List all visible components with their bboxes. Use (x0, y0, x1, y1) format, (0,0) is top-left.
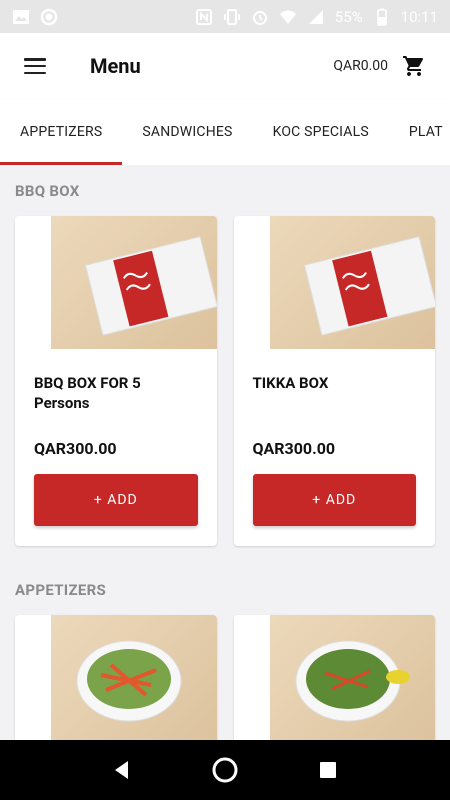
product-image (233, 615, 435, 740)
signal-icon (308, 9, 323, 24)
tab-koc-specials[interactable]: KOC SPECIALS (253, 99, 389, 165)
circle-notification-icon (40, 8, 58, 25)
product-name: BBQ BOX FOR 5 Persons (34, 374, 141, 412)
system-nav-bar (0, 740, 450, 800)
battery-percent: 55% (334, 7, 363, 26)
tab-appetizers[interactable]: APPETIZERS (0, 99, 123, 165)
section-title-bbq-box: BBQ BOX (15, 182, 80, 200)
shopping-cart-icon[interactable] (402, 54, 426, 78)
vibrate-icon (223, 8, 240, 25)
product-image (15, 615, 217, 740)
back-icon[interactable] (107, 755, 137, 785)
cart-total: QAR0.00 (333, 58, 388, 74)
product-image (233, 216, 435, 349)
tab-platters[interactable]: PLAT (389, 99, 450, 165)
battery-icon (376, 8, 387, 26)
status-bar: 55% 10:11 (0, 0, 450, 33)
product-card[interactable] (233, 615, 435, 740)
recents-icon[interactable] (313, 755, 343, 785)
product-price: QAR300.00 (34, 439, 117, 458)
category-tabs: APPETIZERS SANDWICHES KOC SPECIALS PLAT (0, 99, 450, 165)
product-card[interactable]: TIKKA BOX QAR300.00 + ADD (233, 216, 435, 546)
add-to-cart-button[interactable]: + ADD (252, 474, 416, 526)
nfc-icon (195, 8, 212, 25)
add-to-cart-button[interactable]: + ADD (34, 474, 198, 526)
menu-content[interactable]: BBQ BOX BBQ BOX FOR 5 Persons QAR300.00 (0, 165, 450, 740)
tab-sandwiches[interactable]: SANDWICHES (122, 99, 252, 165)
home-icon[interactable] (210, 755, 240, 785)
product-card[interactable] (15, 615, 217, 740)
image-notification-icon (13, 9, 29, 24)
product-image (15, 216, 217, 349)
menu-icon[interactable] (24, 58, 46, 74)
section-title-appetizers: APPETIZERS (15, 581, 107, 599)
page-title: Menu (90, 54, 141, 78)
app-bar: Menu QAR0.00 (0, 33, 450, 99)
wifi-icon (279, 10, 296, 24)
alarm-icon (252, 10, 267, 25)
product-grid (0, 615, 450, 740)
product-card[interactable]: BBQ BOX FOR 5 Persons QAR300.00 + ADD (15, 216, 217, 546)
clock: 10:11 (400, 7, 438, 26)
product-grid: BBQ BOX FOR 5 Persons QAR300.00 + ADD TI… (0, 216, 450, 546)
product-price: QAR300.00 (252, 439, 336, 458)
product-name: TIKKA BOX (252, 374, 329, 392)
